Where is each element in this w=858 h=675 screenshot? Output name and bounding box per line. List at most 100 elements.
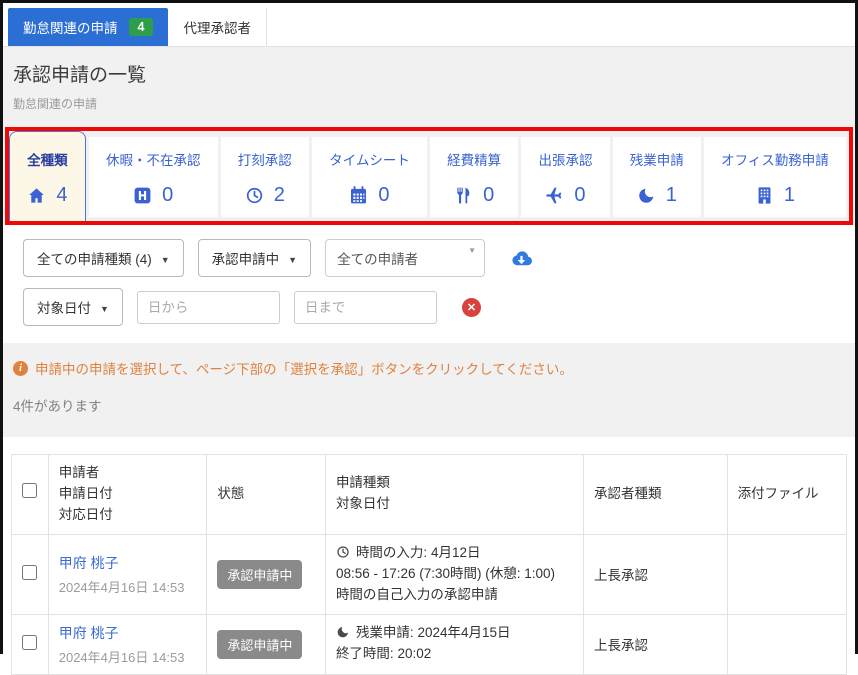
page-header: 承認申請の一覧 勤怠関連の申請 <box>3 47 855 127</box>
request-type-dropdown[interactable]: 全ての申請種類 (4) ▼ <box>23 239 184 277</box>
category-tab-count-row: 0 <box>322 184 417 207</box>
category-tab-count: 2 <box>273 184 285 206</box>
category-tab-count-row: 0 <box>99 184 208 207</box>
column-header-line: 承認者種類 <box>593 485 662 501</box>
approver-type-cell: 上長承認 <box>582 533 728 615</box>
moon-icon <box>336 625 350 639</box>
red-highlight-box: 全種類 4 休暇・不在承認 0 打刻承認 2 タイムシート 0 経費精算 0 出張承認 0 残業申請 1 オ… <box>5 127 853 225</box>
filter-section: 全ての申請種類 (4)▼ 承認申請中▼ 全ての申請者 ▼ 対象日付▼ ✕ <box>3 225 855 343</box>
h-square-icon <box>133 186 152 205</box>
category-tab-4[interactable]: タイムシート 0 <box>311 137 427 217</box>
tab-attendance-requests[interactable]: 勤怠関連の申請 4 <box>8 8 169 46</box>
row-checkbox[interactable] <box>22 565 37 581</box>
column-header-2: 状態 <box>206 454 326 535</box>
chevron-down-icon: ▼ <box>160 255 170 265</box>
category-tab-count-row: 2 <box>231 184 299 207</box>
request-type-line: 終了時間: 20:02 <box>335 646 432 662</box>
status-cell: 承認申請中 <box>206 533 326 615</box>
category-tab-count: 1 <box>665 184 677 206</box>
tab-label: 代理承認者 <box>183 21 251 36</box>
category-tab-label: 経費精算 <box>447 153 502 168</box>
category-tab-count-row: 4 <box>20 184 75 207</box>
category-tab-8[interactable]: オフィス勤務申請 1 <box>703 137 846 217</box>
column-header-line: 申請種類 <box>335 475 390 491</box>
category-tab-label: 打刻承認 <box>237 153 292 168</box>
date-type-dropdown[interactable]: 対象日付 ▼ <box>23 288 123 326</box>
category-tab-count: 4 <box>56 184 68 206</box>
home-icon <box>27 186 46 205</box>
category-tab-label: タイムシート <box>329 153 410 168</box>
request-type-line: 08:56 - 17:26 (7:30時間) (休憩: 1:00) <box>335 565 556 581</box>
chevron-down-icon: ▼ <box>100 304 109 314</box>
table-row-2: 甲府 桃子 2024年4月16日 14:53 承認申請中 残業申請: 2024年4月1… <box>11 613 848 675</box>
clear-dates-icon[interactable]: ✕ <box>461 297 481 317</box>
status-cell: 承認申請中 <box>206 613 326 675</box>
attachment-cell <box>726 533 848 615</box>
cloud-download-icon[interactable] <box>510 247 533 270</box>
category-tab-count-row: 1 <box>714 184 836 207</box>
applicant-link[interactable]: 甲府 桃子 <box>59 625 119 641</box>
category-tab-2[interactable]: 休暇・不在承認 0 <box>88 137 218 217</box>
page-content: 承認申請の一覧 勤怠関連の申請 全種類 4 休暇・不在承認 0 打刻承認 2 タイムシート 0… <box>3 47 855 675</box>
date-from-input[interactable] <box>136 290 280 324</box>
column-header-3: 申請種類 対象日付 <box>324 454 584 535</box>
category-tab-6[interactable]: 出張承認 0 <box>521 137 610 217</box>
table-body: 甲府 桃子 2024年4月16日 14:53 承認申請中 時間の入力: 4月12日 08… <box>11 533 848 675</box>
column-header-line: 申請日付 <box>58 485 113 501</box>
info-section: i 申請中の申請を選択して、ページ下部の「選択を承認」ボタンをクリックしてくださ… <box>3 343 855 437</box>
category-tab-3[interactable]: 打刻承認 2 <box>220 137 309 217</box>
column-header-4: 承認者種類 <box>582 454 728 535</box>
plane-icon <box>545 186 564 205</box>
row-checkbox[interactable] <box>22 635 37 651</box>
category-tab-count-row: 1 <box>623 184 691 207</box>
table-row-1: 甲府 桃子 2024年4月16日 14:53 承認申請中 時間の入力: 4月12日 08… <box>11 533 848 615</box>
applicant-cell: 甲府 桃子 2024年4月16日 14:53 <box>47 613 208 675</box>
date-to-input[interactable] <box>293 290 437 324</box>
applicant-link[interactable]: 甲府 桃子 <box>59 555 119 571</box>
category-tab-5[interactable]: 経費精算 0 <box>429 137 519 217</box>
info-icon: i <box>13 360 28 376</box>
request-type-line: 時間の入力: 4月12日 <box>336 543 573 564</box>
row-checkbox-cell <box>11 613 49 675</box>
applied-date: 2024年4月16日 14:53 <box>58 649 185 665</box>
utensils-icon <box>454 186 473 205</box>
category-tab-label: オフィス勤務申請 <box>721 153 829 168</box>
row-checkbox-cell <box>11 533 49 615</box>
category-tab-count: 1 <box>783 184 795 206</box>
top-tab-bar: 勤怠関連の申請 4 代理承認者 <box>3 3 855 47</box>
filter-row-2: 対象日付▼ ✕ <box>23 288 835 326</box>
column-header-line: 対応日付 <box>58 506 113 522</box>
clock-icon <box>245 186 264 205</box>
table-header-row: 申請者 申請日付 対応日付 状態 申請種類 対象日付 承認者種類 添付ファイル <box>11 454 848 535</box>
calendar-icon <box>349 186 368 205</box>
chevron-down-icon: ▼ <box>468 246 477 255</box>
status-badge: 承認申請中 <box>217 629 303 659</box>
category-tab-count: 0 <box>378 184 390 206</box>
select-all-checkbox[interactable] <box>22 483 37 499</box>
approver-type-cell: 上長承認 <box>582 613 728 675</box>
category-tab-count-row: 0 <box>440 184 508 207</box>
request-type-cell: 残業申請: 2024年4月15日 終了時間: 20:02 <box>324 613 584 675</box>
category-tab-count: 0 <box>574 184 586 206</box>
request-type-line: 時間の自己入力の承認申請 <box>335 586 498 602</box>
request-type-cell: 時間の入力: 4月12日 08:56 - 17:26 (7:30時間) (休憩: … <box>324 533 584 615</box>
column-header-line: 対象日付 <box>335 496 390 512</box>
category-tab-count: 0 <box>162 184 174 206</box>
chevron-down-icon: ▼ <box>288 255 298 265</box>
category-tab-label: 残業申請 <box>629 153 684 168</box>
category-tab-1[interactable]: 全種類 4 <box>9 131 86 221</box>
category-tab-7[interactable]: 残業申請 1 <box>612 137 701 217</box>
column-header-0 <box>11 454 49 535</box>
column-header-line: 添付ファイル <box>737 485 819 501</box>
page-title: 承認申請の一覧 <box>13 65 147 86</box>
tab-proxy-approver[interactable]: 代理承認者 <box>168 8 267 46</box>
column-header-1: 申請者 申請日付 対応日付 <box>47 454 208 535</box>
requests-table-section: 申請者 申請日付 対応日付 状態 申請種類 対象日付 承認者種類 添付ファイル 甲府 桃子 20… <box>3 437 855 675</box>
moon-icon <box>637 186 656 205</box>
status-dropdown[interactable]: 承認申請中 ▼ <box>197 239 312 277</box>
clock-icon <box>336 545 350 559</box>
column-header-5: 添付ファイル <box>726 454 848 535</box>
applicant-select[interactable]: 全ての申請者 ▼ <box>325 239 486 277</box>
status-badge: 承認申請中 <box>217 559 303 589</box>
category-tab-count-row: 0 <box>531 184 599 207</box>
